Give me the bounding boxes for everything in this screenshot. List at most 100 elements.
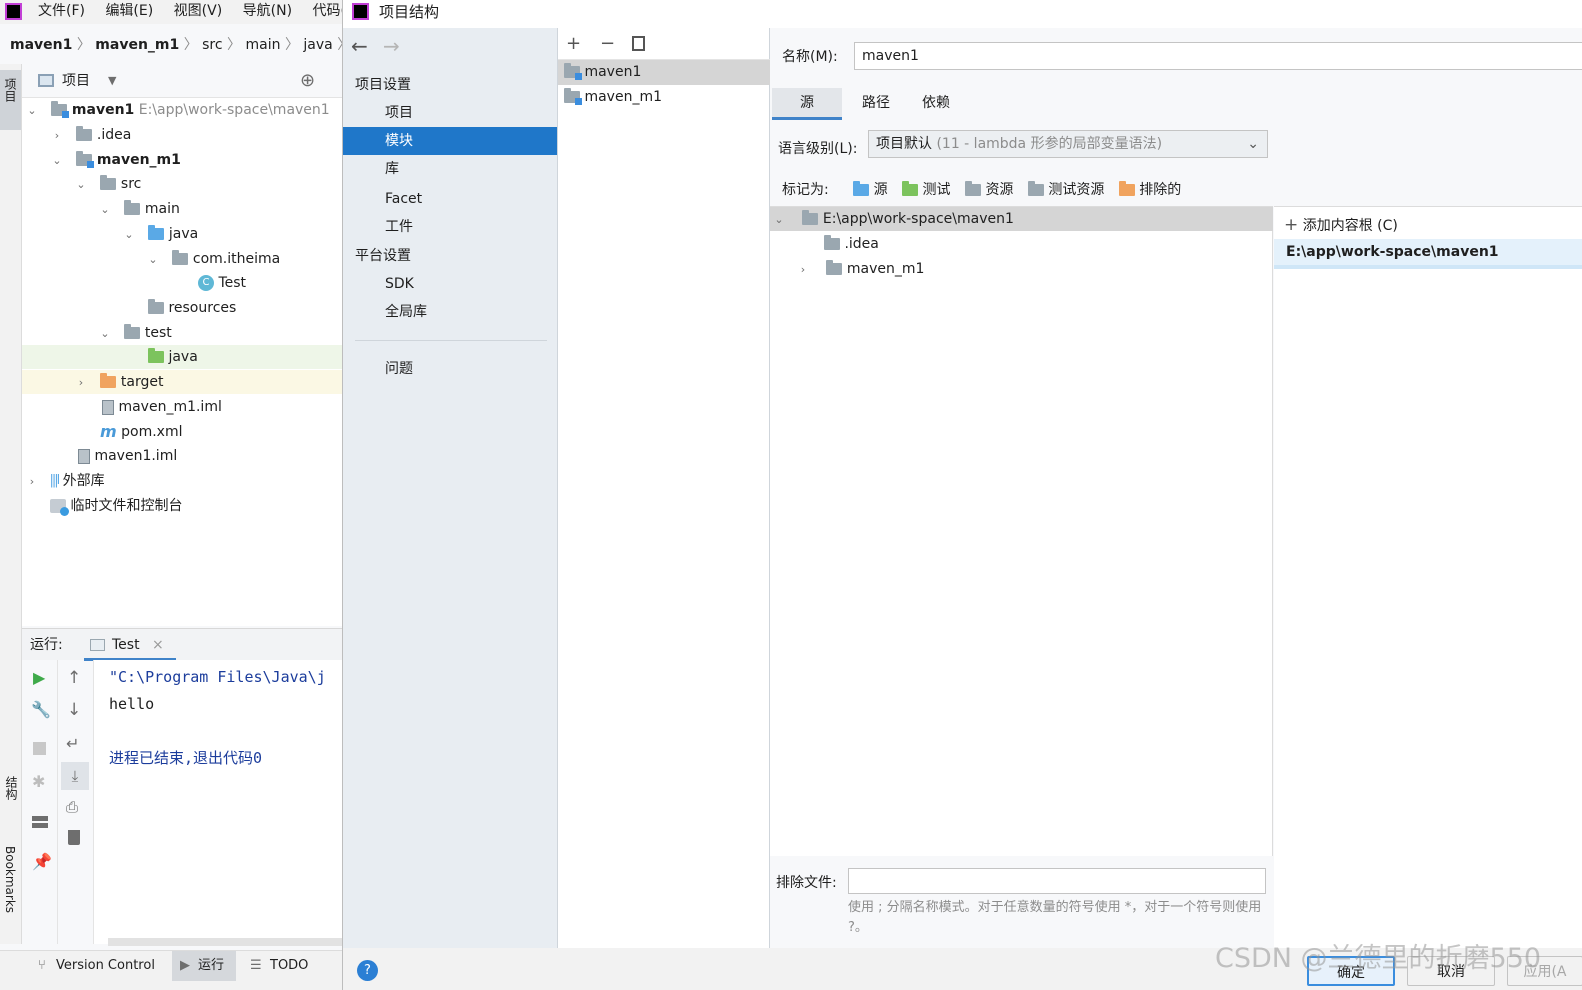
tree-row-test-java[interactable]: java [22,345,342,369]
module-list-item[interactable]: maven_m1 [558,85,770,110]
soft-wrap-icon[interactable]: ↵ [66,734,79,753]
nav-item-project[interactable]: 项目 [343,99,557,127]
dialog-title: 项目结构 [379,3,440,21]
layout-icon[interactable] [32,816,48,828]
tree-row-main[interactable]: ⌄ main [98,197,180,221]
tree-row-test-class[interactable]: C Test [198,271,246,295]
tree-row-module[interactable]: ⌄ maven_m1 [50,148,181,172]
trash-icon[interactable] [68,830,80,845]
forward-arrow-icon[interactable]: → [383,34,400,58]
run-tool-button[interactable]: ▶ 运行 [172,951,236,981]
exclude-files-input[interactable] [848,868,1266,894]
tree-row-test[interactable]: ⌄ test [98,321,172,345]
chevron-down-icon[interactable]: ▼ [108,64,116,98]
project-panel-title[interactable]: 项目 [62,64,90,98]
stop-icon[interactable] [33,742,46,755]
wrench-icon[interactable]: 🔧 [31,700,51,719]
debug-icon[interactable]: ✱ [32,772,45,791]
crosshair-icon[interactable]: ⊕ [300,64,315,98]
content-tree-root[interactable]: ⌄ E:\app\work-space\maven1 [770,207,1273,231]
copy-icon[interactable] [632,36,645,51]
close-icon[interactable]: × [152,629,164,661]
mark-resources-button[interactable]: 资源 [964,181,1013,198]
rerun-icon[interactable]: ▶ [33,668,45,687]
mark-tests-button[interactable]: 测试 [902,181,951,198]
mark-excluded-button[interactable]: 排除的 [1118,181,1181,198]
chevron-right-icon[interactable]: › [74,371,88,395]
nav-item-sdk[interactable]: SDK [343,270,557,298]
content-root-item[interactable]: E:\app\work-space\maven1 [1274,239,1582,269]
mark-sources-button[interactable]: 源 [853,181,888,198]
tab-paths[interactable]: 路径 [846,88,906,120]
tree-row-resources[interactable]: resources [148,296,236,320]
help-button[interactable]: ? [357,960,378,981]
tree-row-root-iml[interactable]: maven1.iml [78,444,177,468]
chevron-down-icon[interactable]: ⌄ [50,149,64,173]
todo-button[interactable]: TODO [270,951,308,981]
breadcrumb-item[interactable]: maven_m1 [95,37,179,53]
project-tool-button[interactable]: 项目 [0,70,21,130]
version-control-button[interactable]: Version Control [56,951,155,981]
run-tab-test[interactable]: Test × [84,629,176,661]
menu-bar: 文件(F) 编辑(E) 视图(V) 导航(N) 代码(C [0,0,356,24]
tab-dependencies[interactable]: 依赖 [906,88,966,120]
tree-row-package[interactable]: ⌄ com.itheima [146,247,280,271]
nav-item-facet[interactable]: Facet [343,185,557,213]
chevron-right-icon[interactable]: › [25,470,39,494]
nav-item-modules[interactable]: 模块 [343,127,557,155]
scroll-to-end-icon[interactable]: ⤓ [61,762,89,790]
chevron-down-icon[interactable]: ⌄ [146,248,160,272]
module-list-item[interactable]: maven1 [558,60,770,85]
nav-item-problems[interactable]: 问题 [343,355,557,383]
tree-row-scratches[interactable]: 临时文件和控制台 [50,494,182,518]
app-logo-icon [352,3,369,20]
nav-item-artifacts[interactable]: 工件 [343,213,557,241]
breadcrumb-item[interactable]: java [303,37,332,53]
chevron-right-icon[interactable]: › [50,124,64,148]
nav-item-libraries[interactable]: 库 [343,155,557,183]
chevron-down-icon[interactable]: ⌄ [122,223,136,247]
tree-row-java[interactable]: ⌄ java [122,222,198,246]
menu-file[interactable]: 文件(F) [38,0,85,22]
pin-icon[interactable]: 📌 [32,852,52,871]
bookmarks-tool-button[interactable]: Bookmarks [3,846,17,913]
tab-sources[interactable]: 源 [772,88,842,120]
nav-item-global-libraries[interactable]: 全局库 [343,298,557,326]
language-level-select[interactable]: 项目默认 (11 - lambda 形参的局部变量语法) ⌄ [868,130,1268,158]
chevron-down-icon[interactable]: ⌄ [772,208,786,232]
console-scrollbar[interactable] [108,938,342,946]
tree-row-module-iml[interactable]: maven_m1.iml [102,395,222,419]
tree-row-ext-libs[interactable]: › |||l 外部库 [25,469,105,493]
tree-row-src[interactable]: ⌄ src [74,172,141,196]
chevron-down-icon[interactable]: ⌄ [25,99,39,123]
tab-label: 依赖 [922,95,950,111]
print-icon[interactable]: ⎙ [66,798,78,816]
tree-row-root[interactable]: ⌄ maven1 E:\app\work-space\maven1 [22,98,342,122]
menu-navigate[interactable]: 导航(N) [243,0,292,22]
breadcrumb-item[interactable]: src [202,37,222,53]
console-output[interactable]: "C:\Program Files\Java\j hello 进程已结束,退出代… [94,660,342,944]
menu-edit[interactable]: 编辑(E) [105,0,153,22]
remove-icon[interactable]: − [600,28,615,60]
add-content-root-button[interactable]: + 添加内容根 (C) [1284,213,1398,237]
chevron-down-icon[interactable]: ⌄ [98,322,112,346]
chevron-down-icon[interactable]: ⌄ [98,198,112,222]
arrow-up-icon[interactable]: ↑ [67,668,81,688]
chevron-right-icon[interactable]: › [796,258,810,282]
tree-row-pom[interactable]: m pom.xml [100,420,182,444]
content-tree-idea[interactable]: .idea [824,232,879,256]
breadcrumb-item[interactable]: main [246,37,281,53]
mark-test-resources-button[interactable]: 测试资源 [1027,181,1104,198]
arrow-down-icon[interactable]: ↓ [67,700,81,720]
menu-view[interactable]: 视图(V) [174,0,223,22]
chevron-down-icon[interactable]: ⌄ [74,173,88,197]
add-icon[interactable]: + [566,28,581,60]
name-input[interactable]: maven1 [854,42,1582,70]
structure-tool-button[interactable]: 结构 [3,776,20,800]
tree-row-idea[interactable]: › .idea [50,123,131,147]
breadcrumb-item[interactable]: maven1 [10,37,72,53]
content-tree-module[interactable]: › maven_m1 [796,257,924,281]
back-arrow-icon[interactable]: ← [351,34,368,58]
folder-icon [824,235,840,250]
tree-row-target[interactable]: › target [22,370,342,394]
